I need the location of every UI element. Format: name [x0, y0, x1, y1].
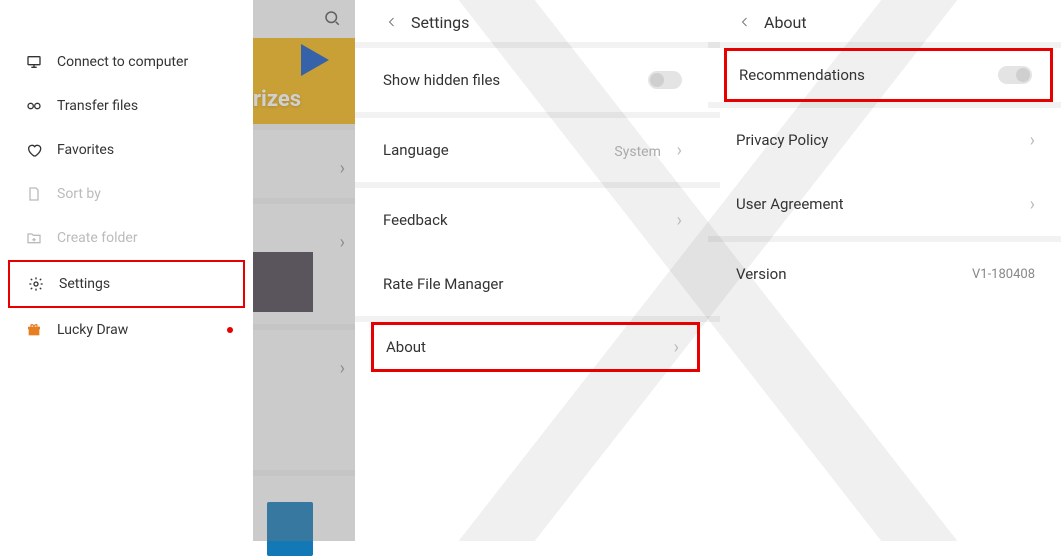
row-label: User Agreement [736, 195, 844, 213]
row-label: About [386, 338, 426, 356]
chevron-right-icon: › [677, 140, 682, 161]
background-content: rizes › › › [253, 0, 355, 541]
folder-add-icon [26, 230, 42, 246]
row-label: Version [736, 265, 787, 283]
sidebar-item-label: Favorites [57, 142, 233, 158]
list-row [253, 476, 355, 556]
row-rate[interactable]: Rate File Manager [383, 252, 692, 316]
notification-dot [227, 327, 233, 333]
promo-text: rizes [253, 87, 301, 112]
toggle-recommendations[interactable] [998, 66, 1032, 84]
back-button[interactable] [736, 16, 754, 28]
sidebar-item-label: Create folder [57, 230, 233, 246]
sidebar-item-create-folder: Create folder [0, 216, 253, 260]
row-label: Recommendations [739, 66, 865, 84]
row-label: Rate File Manager [383, 275, 503, 293]
row-about-highlight: About › [371, 322, 700, 372]
chevron-right-icon: › [340, 358, 345, 379]
sidebar: Connect to computer Transfer files Favor… [0, 0, 253, 541]
language-value: System [614, 144, 660, 160]
chevron-right-icon: › [1030, 194, 1035, 215]
gear-icon [28, 276, 44, 292]
sidebar-item-connect[interactable]: Connect to computer [0, 40, 253, 84]
row-label: Privacy Policy [736, 131, 828, 149]
chevron-right-icon: › [674, 337, 679, 358]
search-icon [323, 9, 341, 31]
sidebar-item-label: Lucky Draw [57, 322, 221, 338]
heart-icon [26, 142, 42, 158]
sidebar-item-label: Connect to computer [57, 54, 233, 70]
gift-icon [26, 322, 42, 338]
play-icon [301, 44, 329, 76]
sidebar-item-lucky-draw[interactable]: Lucky Draw [0, 308, 253, 352]
chevron-right-icon: › [340, 158, 345, 179]
sidebar-item-transfer[interactable]: Transfer files [0, 84, 253, 128]
settings-panel: Settings Show hidden files Language Syst… [355, 0, 708, 541]
link-icon [26, 98, 42, 114]
sidebar-item-label: Transfer files [57, 98, 233, 114]
promo-banner: rizes [253, 38, 355, 124]
row-label: Language [383, 141, 449, 159]
sidebar-item-settings[interactable]: Settings [8, 260, 245, 308]
sidebar-item-favorites[interactable]: Favorites [0, 128, 253, 172]
row-recommendations-highlight: Recommendations [724, 48, 1053, 102]
row-about[interactable]: About › [386, 325, 689, 369]
row-agreement[interactable]: User Agreement › [736, 172, 1045, 236]
row-show-hidden[interactable]: Show hidden files [383, 48, 692, 112]
chevron-right-icon: › [1030, 130, 1035, 151]
list-row: › [253, 130, 355, 198]
row-version: Version V1-180408 [736, 242, 1045, 306]
row-privacy[interactable]: Privacy Policy › [736, 108, 1045, 172]
thumbnail [267, 502, 313, 556]
back-button[interactable] [383, 16, 401, 28]
search-bar [253, 0, 355, 38]
row-label: Feedback [383, 211, 448, 229]
row-recommendations[interactable]: Recommendations [739, 51, 1042, 99]
about-panel: About Recommendations Privacy Policy › U… [708, 0, 1061, 541]
thumbnail [253, 252, 313, 312]
computer-icon [26, 54, 42, 70]
toggle-show-hidden[interactable] [648, 71, 682, 89]
file-icon [26, 186, 42, 202]
list-row: › [253, 204, 355, 324]
row-feedback[interactable]: Feedback › [383, 188, 692, 252]
settings-title: Settings [411, 13, 469, 32]
list-row: › [253, 330, 355, 470]
sidebar-item-label: Settings [59, 276, 225, 292]
row-label: Show hidden files [383, 71, 500, 89]
version-value: V1-180408 [972, 267, 1035, 282]
chevron-right-icon: › [677, 210, 682, 231]
row-language[interactable]: Language System › [383, 118, 692, 182]
about-title: About [764, 13, 807, 32]
settings-header: Settings [383, 0, 692, 38]
chevron-right-icon: › [340, 232, 345, 253]
about-header: About [736, 0, 1045, 38]
sidebar-item-label: Sort by [57, 186, 233, 202]
sidebar-item-sort: Sort by [0, 172, 253, 216]
